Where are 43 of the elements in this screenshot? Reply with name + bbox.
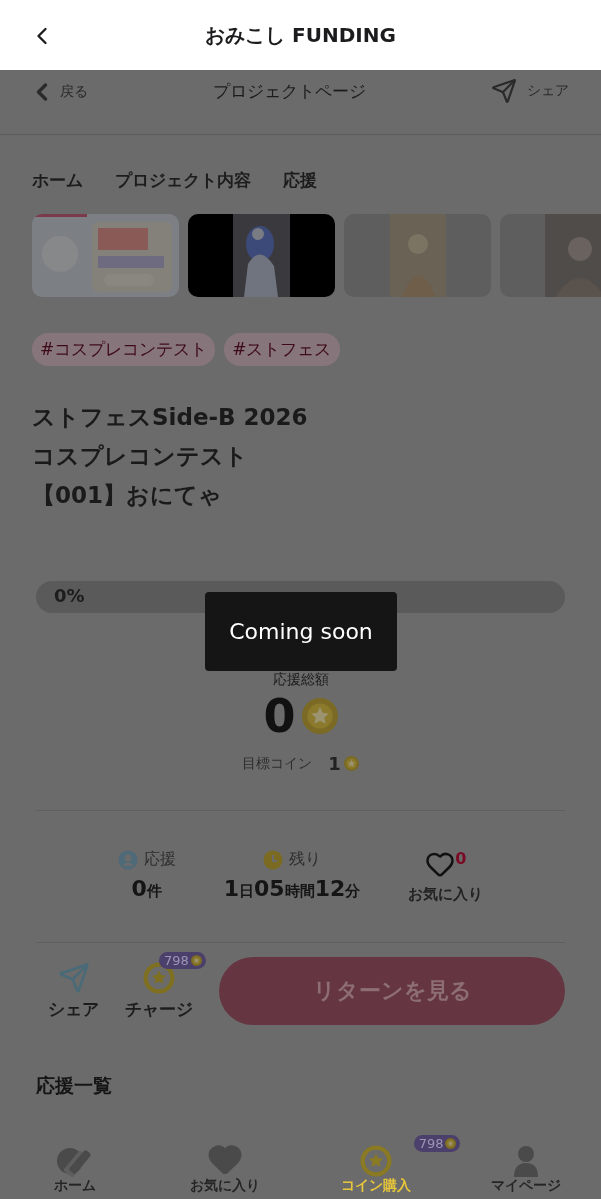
supporters-count: 0件 [131,876,162,901]
nav-item[interactable]: お気に入り [190,1139,261,1199]
toast-message: Coming soon [205,592,397,671]
hashtag[interactable]: #コスプレコンテスト [32,333,216,366]
paper-plane-icon [491,78,517,104]
tab[interactable]: プロジェクト内容 [115,169,251,192]
app-title: おみこし FUNDING [205,21,396,49]
coin-balance: 798 [413,1135,461,1152]
clock-icon [263,849,283,870]
paper-plane-icon [57,961,90,994]
tab[interactable]: ホーム [32,169,83,192]
hashtag[interactable]: #ストフェス [224,333,340,366]
favorite-count: 0 [455,849,467,868]
coin-balance: 798 [159,951,206,969]
back-link[interactable]: 戻る [28,78,88,106]
supporters-label: 応援 [143,849,176,870]
project-title-line: 【001】おにてゃ [32,481,223,510]
goal-amount: 1 [328,753,341,774]
view-returns-button[interactable]: リターンを見る [219,957,565,1025]
person-icon [512,1145,539,1177]
project-title-line: ストフェスSide-B 2026 [32,403,309,432]
goal-label: 目標コイン [242,754,313,773]
nav-item[interactable]: ホーム [54,1139,97,1199]
page-title: プロジェクトページ [213,80,366,103]
share-link[interactable]: シェア [491,78,569,104]
section-title: 応援一覧 [35,1073,113,1098]
person-icon [117,849,138,870]
coin-icon [301,698,338,734]
total-amount: 0 [263,689,296,743]
favorites-label: お気に入り [408,885,484,904]
coin-icon [190,954,202,966]
nav-item[interactable]: コイン購入 [340,1139,411,1199]
remaining-label: 残り [289,849,321,870]
remaining-time: 1日05時間12分 [223,876,361,901]
coin-icon [445,1138,457,1149]
share-button[interactable]: シェア [48,961,99,1021]
star-coin-icon [359,1145,392,1177]
progress-percent: 0% [54,585,85,606]
total-label: 応援総額 [272,671,329,689]
nav-item[interactable]: マイページ [490,1139,561,1199]
coin-icon [343,756,359,771]
project-title-line: コスプレコンテスト [32,442,249,471]
tab[interactable]: 応援 [283,169,317,192]
